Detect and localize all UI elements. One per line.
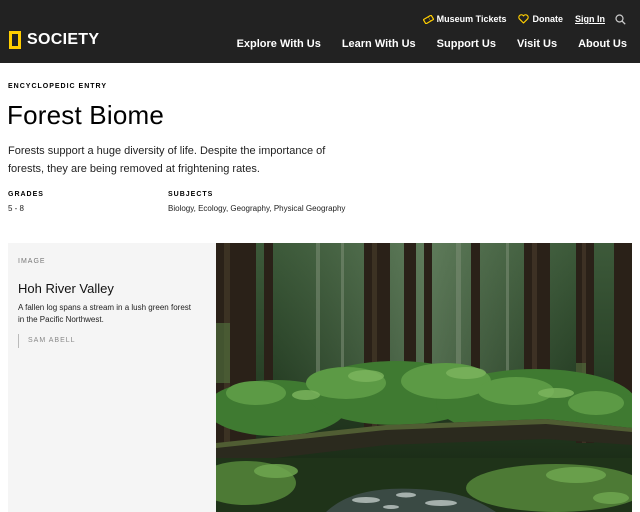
donate-link[interactable]: Donate xyxy=(518,14,563,24)
donate-label: Donate xyxy=(532,14,563,24)
grades-label: GRADES xyxy=(8,191,44,198)
nav-learn-with-us[interactable]: Learn With Us xyxy=(342,38,416,50)
nav-explore-with-us[interactable]: Explore With Us xyxy=(237,38,321,50)
nav-support-us[interactable]: Support Us xyxy=(437,38,496,50)
nav-visit-us[interactable]: Visit Us xyxy=(517,38,557,50)
nav-about-us[interactable]: About Us xyxy=(578,38,627,50)
yellow-border-logo-icon xyxy=(9,31,21,49)
sign-in-label: Sign In xyxy=(575,14,605,24)
logo-text: SOCIETY xyxy=(27,31,100,48)
page-title: Forest Biome xyxy=(7,100,165,130)
main-nav: Explore With Us Learn With Us Support Us… xyxy=(216,38,627,50)
forest-photo[interactable] xyxy=(216,243,632,512)
image-credit: SAM ABELL xyxy=(18,334,76,348)
museum-tickets-link[interactable]: Museum Tickets xyxy=(422,14,507,24)
entry-description: Forests support a huge diversity of life… xyxy=(8,145,326,175)
utility-nav: Museum Tickets Donate Sign In xyxy=(411,12,626,26)
grades-value: 5 - 8 xyxy=(8,204,25,213)
search-icon xyxy=(615,13,626,25)
site-logo[interactable]: SOCIETY xyxy=(9,31,99,49)
subjects-label: SUBJECTS xyxy=(168,191,214,198)
ticket-icon xyxy=(422,14,434,24)
entry-eyebrow: ENCYCLOPEDIC ENTRY xyxy=(8,83,108,90)
image-caption: A fallen log spans a stream in a lush gr… xyxy=(18,303,191,324)
image-title: Hoh River Valley xyxy=(18,281,114,296)
image-eyebrow: IMAGE xyxy=(18,258,46,265)
subjects-value: Biology, Ecology, Geography, Physical Ge… xyxy=(168,204,346,213)
sign-in-link[interactable]: Sign In xyxy=(575,14,605,24)
heart-icon xyxy=(518,14,530,24)
site-header: Museum Tickets Donate Sign In SOCIETY Ex… xyxy=(0,0,640,63)
museum-tickets-label: Museum Tickets xyxy=(436,14,507,24)
image-caption-panel: IMAGE Hoh River Valley A fallen log span… xyxy=(8,243,216,512)
search-button[interactable] xyxy=(615,13,626,25)
forest-photo-illustration xyxy=(216,243,632,512)
